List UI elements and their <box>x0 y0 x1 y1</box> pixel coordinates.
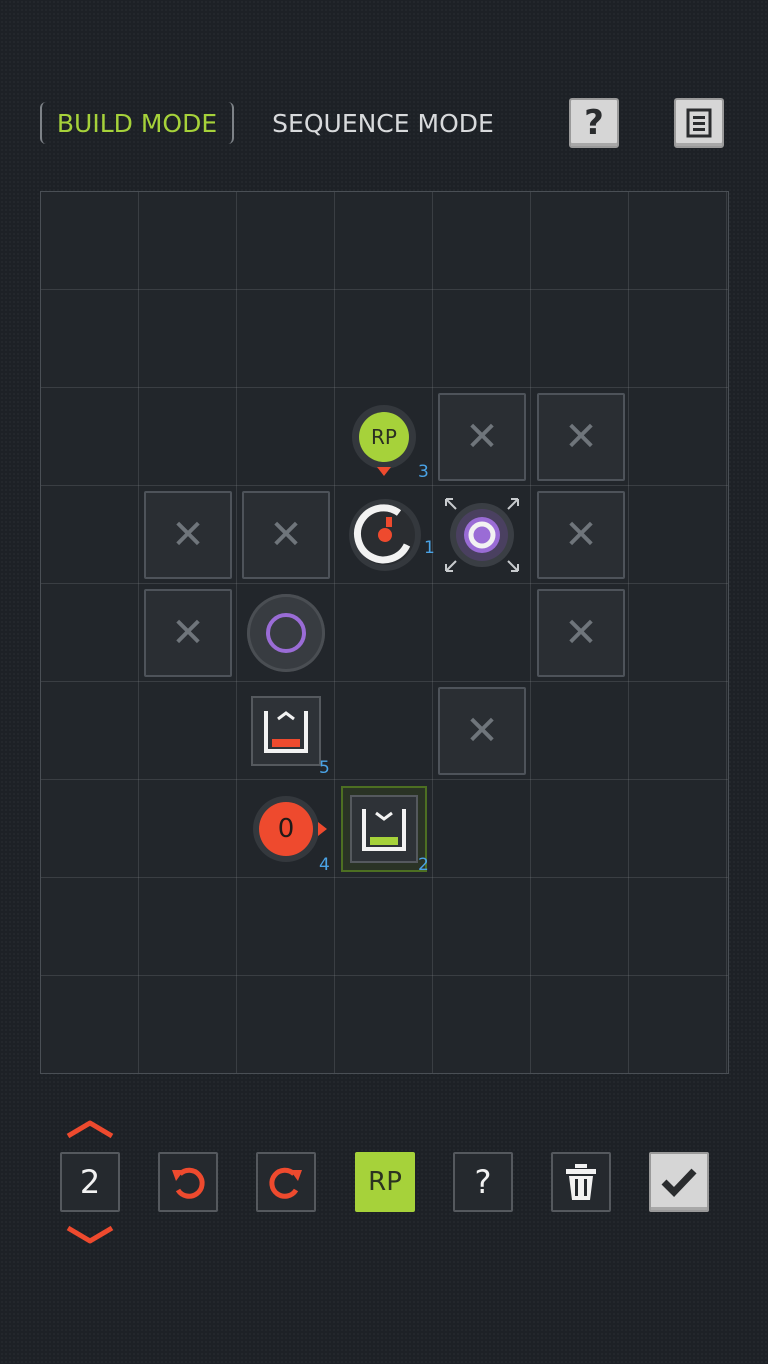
rotate-left-button[interactable] <box>158 1152 218 1212</box>
x-icon: ✕ <box>564 512 598 558</box>
checkmark-icon <box>661 1168 697 1198</box>
bucket-red-sequence-number: 5 <box>319 758 330 778</box>
arrow-right-icon <box>318 822 327 836</box>
sequence-mode-tab[interactable]: SEQUENCE MODE <box>270 102 496 144</box>
blocked-tile[interactable]: ✕ <box>438 687 526 775</box>
x-icon: ✕ <box>564 610 598 656</box>
delete-button[interactable] <box>551 1152 611 1212</box>
x-icon: ✕ <box>171 512 205 558</box>
unknown-piece-button[interactable]: ? <box>453 1152 513 1212</box>
chevron-up-icon <box>66 1120 114 1139</box>
level-value: 2 <box>79 1163 101 1201</box>
sequence-mode-label: SEQUENCE MODE <box>272 108 494 138</box>
bucket-node-green <box>350 795 418 863</box>
level-display: 2 <box>60 1152 120 1212</box>
arrow-down-icon <box>377 467 391 476</box>
unknown-piece-label: ? <box>474 1163 492 1201</box>
blocked-tile[interactable]: ✕ <box>537 393 625 481</box>
x-icon: ✕ <box>269 512 303 558</box>
rp-node[interactable]: RP <box>352 405 416 469</box>
counter-sequence-number: 4 <box>319 855 330 875</box>
emitter-icon <box>445 498 519 572</box>
x-icon: ✕ <box>465 414 499 460</box>
rp-node-label: RP <box>359 412 409 462</box>
rotator-sequence-number: 1 <box>424 538 435 558</box>
portal-node[interactable] <box>247 594 325 672</box>
build-mode-tab[interactable]: BUILD MODE <box>40 102 234 144</box>
x-icon: ✕ <box>564 414 598 460</box>
emitter-node[interactable] <box>442 495 522 575</box>
counter-value: 0 <box>259 802 313 856</box>
menu-icon <box>686 108 712 138</box>
rotate-right-button[interactable] <box>256 1152 316 1212</box>
rotate-left-icon <box>172 1167 205 1199</box>
bucket-green-sequence-number: 2 <box>418 855 429 875</box>
rp-button[interactable]: RP <box>355 1152 415 1212</box>
counter-node[interactable]: 0 <box>253 796 319 862</box>
rotator-node[interactable] <box>347 497 423 573</box>
level-down-button[interactable] <box>64 1224 116 1246</box>
rp-button-label: RP <box>368 1167 402 1197</box>
chevron-down-icon <box>66 1225 114 1244</box>
x-icon: ✕ <box>171 610 205 656</box>
blocked-tile[interactable]: ✕ <box>242 491 330 579</box>
menu-button[interactable] <box>674 98 724 148</box>
blocked-tile[interactable]: ✕ <box>537 589 625 677</box>
bucket-node-green-selected[interactable] <box>341 786 427 872</box>
bucket-up-icon <box>264 711 308 753</box>
blocked-tile[interactable]: ✕ <box>537 491 625 579</box>
x-icon: ✕ <box>465 708 499 754</box>
rotator-icon <box>349 499 421 571</box>
trash-icon <box>566 1164 596 1200</box>
level-up-button[interactable] <box>64 1118 116 1140</box>
bucket-node-red[interactable] <box>251 696 321 766</box>
build-mode-label: BUILD MODE <box>56 108 218 138</box>
confirm-button[interactable] <box>649 1152 709 1212</box>
help-button-label: ? <box>584 103 604 143</box>
blocked-tile[interactable]: ✕ <box>438 393 526 481</box>
blocked-tile[interactable]: ✕ <box>144 589 232 677</box>
rp-sequence-number: 3 <box>418 462 429 482</box>
ring-icon <box>266 613 306 653</box>
help-button[interactable]: ? <box>569 98 619 148</box>
rotate-right-icon <box>269 1167 302 1199</box>
bucket-down-icon <box>362 809 406 851</box>
blocked-tile[interactable]: ✕ <box>144 491 232 579</box>
